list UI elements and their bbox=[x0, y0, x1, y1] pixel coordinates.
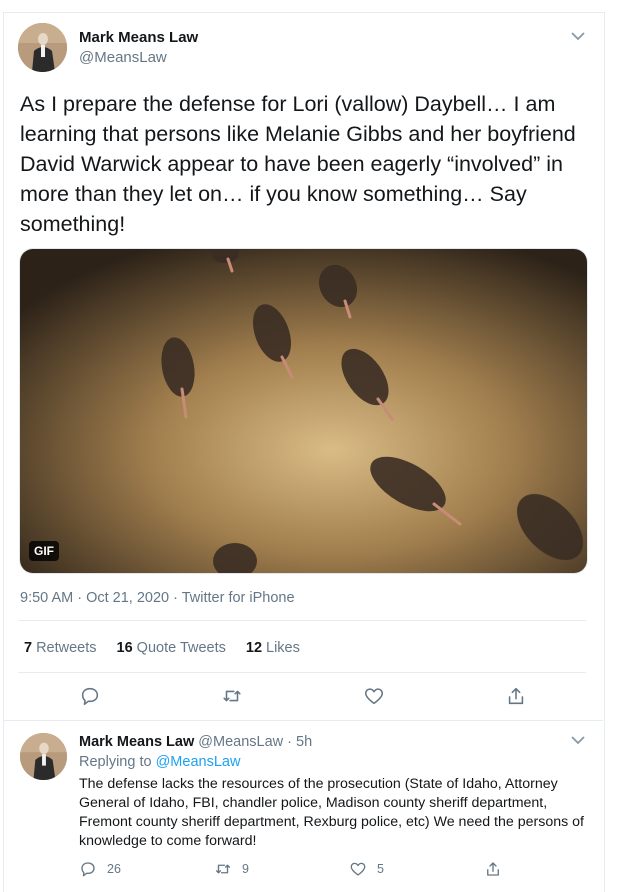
likes-stat[interactable]: 12 Likes bbox=[246, 640, 300, 656]
retweet-icon[interactable] bbox=[221, 685, 243, 707]
like-icon[interactable] bbox=[363, 685, 385, 707]
retweet-icon[interactable] bbox=[214, 860, 232, 878]
share-icon[interactable] bbox=[505, 685, 527, 707]
reply-icon[interactable] bbox=[79, 860, 97, 878]
reply-share-action[interactable] bbox=[484, 860, 502, 878]
replying-to-link[interactable]: @MeansLaw bbox=[156, 754, 241, 770]
replying-to-label: Replying to bbox=[79, 754, 152, 770]
divider bbox=[18, 620, 586, 621]
replying-to: Replying to @MeansLaw bbox=[79, 754, 240, 770]
reply-author-name[interactable]: Mark Means Law bbox=[79, 734, 194, 750]
avatar[interactable] bbox=[18, 23, 67, 72]
tweet-separator bbox=[4, 720, 603, 721]
author-handle[interactable]: @MeansLaw bbox=[79, 49, 167, 66]
tweet-stats: 7 Retweets 16 Quote Tweets 12 Likes bbox=[24, 640, 300, 656]
share-icon[interactable] bbox=[484, 860, 502, 878]
like-icon[interactable] bbox=[349, 860, 367, 878]
reply-like-action[interactable]: 5 bbox=[349, 860, 384, 878]
reply-avatar[interactable] bbox=[20, 733, 67, 780]
reply-retweet-action[interactable]: 9 bbox=[214, 860, 249, 878]
retweet-count: 9 bbox=[242, 862, 249, 876]
reply-reply-action[interactable]: 26 bbox=[79, 860, 121, 878]
reply-author-handle[interactable]: @MeansLaw bbox=[198, 734, 283, 750]
tweet-timestamp-source[interactable]: 9:50 AM · Oct 21, 2020 · Twitter for iPh… bbox=[20, 590, 295, 606]
quote-tweets-stat[interactable]: 16 Quote Tweets bbox=[117, 640, 226, 656]
reply-text: The defense lacks the resources of the p… bbox=[79, 776, 584, 849]
reply-time[interactable]: · 5h bbox=[287, 734, 312, 750]
reply-count: 26 bbox=[107, 862, 121, 876]
reply-header: Mark Means Law @MeansLaw · 5h bbox=[79, 734, 312, 750]
like-count: 5 bbox=[377, 862, 384, 876]
reply-icon[interactable] bbox=[79, 685, 101, 707]
tweet-text: As I prepare the defense for Lori (vallo… bbox=[20, 92, 576, 236]
retweets-stat[interactable]: 7 Retweets bbox=[24, 640, 97, 656]
chevron-down-icon[interactable] bbox=[570, 30, 586, 42]
gif-badge: GIF bbox=[29, 541, 59, 561]
author-name[interactable]: Mark Means Law bbox=[79, 29, 198, 46]
chevron-down-icon[interactable] bbox=[570, 734, 586, 746]
divider bbox=[18, 672, 586, 673]
tweet-media-gif[interactable] bbox=[19, 248, 588, 574]
